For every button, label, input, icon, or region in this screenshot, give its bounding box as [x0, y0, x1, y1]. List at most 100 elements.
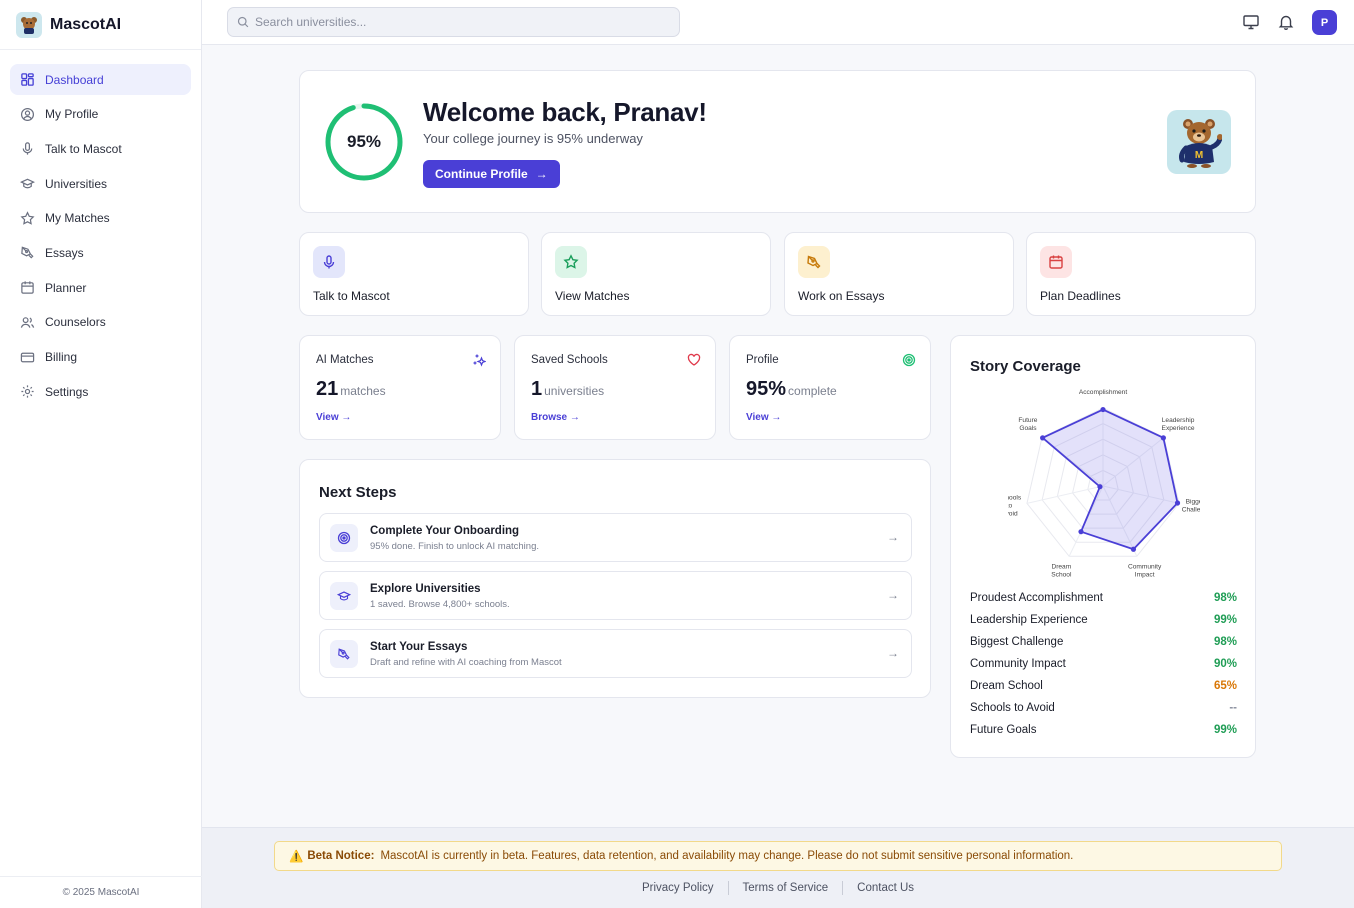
search-input[interactable] [255, 15, 655, 29]
action-plan-deadlines[interactable]: Plan Deadlines [1026, 232, 1256, 316]
progress-percent: 95% [346, 132, 382, 151]
coverage-percent: -- [1229, 702, 1237, 714]
coverage-percent: 99% [1213, 614, 1237, 626]
bell-icon[interactable] [1277, 13, 1295, 31]
action-work-on-essays[interactable]: Work on Essays [784, 232, 1014, 316]
monitor-icon[interactable] [1242, 13, 1260, 31]
stat-link-view[interactable]: View → [746, 412, 781, 423]
calendar-icon [21, 281, 34, 294]
beta-text: MascotAI is currently in beta. Features,… [380, 850, 1074, 862]
stat-title: AI Matches [316, 354, 374, 366]
action-talk-to-mascot[interactable]: Talk to Mascot [299, 232, 529, 316]
coverage-label: Leadership Experience [970, 614, 1088, 626]
radar-point [1160, 435, 1166, 441]
coverage-label: Dream School [970, 680, 1043, 692]
stat-unit: complete [788, 384, 837, 398]
sidebar-item-label: Settings [45, 384, 89, 399]
welcome-title: Welcome back, Pranav! [423, 97, 707, 127]
user-avatar[interactable]: P [1312, 10, 1337, 35]
arrow-right-icon: → [887, 530, 899, 544]
radar-series-area [1041, 408, 1179, 551]
step-start-essays[interactable]: Start Your Essays Draft and refine with … [319, 629, 912, 678]
stat-saved-schools: Saved Schools 1 universities Browse → [514, 335, 716, 440]
search-icon [237, 16, 249, 28]
stat-value: 95% complete [746, 378, 837, 401]
credit-card-icon [20, 352, 35, 362]
story-coverage-card: Story Coverage ProudestAccomplishment Lea… [950, 335, 1256, 758]
step-explore-universities[interactable]: Explore Universities 1 saved. Browse 4,8… [319, 571, 912, 620]
terms-of-service-link[interactable]: Terms of Service [743, 882, 829, 894]
pen-tool-icon [798, 246, 830, 278]
page-footer: ⚠️ Beta Notice: MascotAI is currently in… [202, 827, 1354, 908]
stat-unit: matches [340, 384, 386, 398]
action-label: Work on Essays [798, 289, 885, 303]
step-title: Explore Universities [370, 583, 481, 595]
heart-icon [687, 353, 701, 366]
continue-profile-button[interactable]: Continue Profile → [423, 160, 560, 188]
sidebar-item-universities[interactable]: Universities [10, 168, 191, 199]
sidebar-item-billing[interactable]: Billing [10, 342, 191, 373]
graduation-cap-icon [330, 582, 358, 610]
coverage-row: Leadership Experience 99% [970, 614, 1237, 626]
next-steps-title: Next Steps [319, 484, 397, 501]
coverage-percent: 90% [1213, 658, 1237, 670]
sidebar-item-label: Counselors [45, 315, 106, 330]
sidebar-item-talk-to-mascot[interactable]: Talk to Mascot [10, 133, 191, 164]
users-icon [20, 317, 35, 328]
sidebar-item-label: Universities [45, 176, 108, 191]
stat-ai-matches: AI Matches 21 matches View → [299, 335, 501, 440]
coverage-label: Proudest Accomplishment [970, 592, 1103, 604]
arrow-right-icon: → [887, 646, 899, 660]
coverage-label: Future Goals [970, 724, 1037, 736]
brand-name: MascotAI [50, 15, 122, 33]
search-box[interactable] [227, 7, 680, 37]
privacy-policy-link[interactable]: Privacy Policy [642, 882, 714, 894]
sidebar-item-planner[interactable]: Planner [10, 272, 191, 303]
radar-axis-label: Dream School [1051, 563, 1072, 578]
action-label: View Matches [555, 289, 630, 303]
button-label: Continue Profile [435, 167, 528, 181]
sidebar-item-essays[interactable]: Essays [10, 237, 191, 268]
radar-point [1078, 529, 1084, 535]
story-radar-chart: ProudestAccomplishment LeadershipExperien… [1008, 386, 1200, 578]
contact-us-link[interactable]: Contact Us [857, 882, 914, 894]
coverage-percent: 99% [1213, 724, 1237, 736]
radar-point [1040, 435, 1046, 441]
sidebar-item-settings[interactable]: Settings [10, 376, 191, 407]
action-view-matches[interactable]: View Matches [541, 232, 771, 316]
brand[interactable]: MascotAI [0, 0, 201, 50]
coverage-row: Dream School 65% [970, 680, 1237, 692]
stat-number: 21 [316, 378, 339, 400]
sidebar-item-my-profile[interactable]: My Profile [10, 99, 191, 130]
step-title: Start Your Essays [370, 641, 468, 653]
action-label: Talk to Mascot [313, 289, 390, 303]
sparkles-icon [473, 354, 486, 367]
radar-axis-label: BiggestChallenge [1182, 498, 1200, 513]
mascot-logo-icon [16, 11, 42, 38]
sidebar-item-label: Essays [45, 245, 84, 260]
stat-link-view[interactable]: View → [316, 412, 351, 423]
welcome-card: 95% Welcome back, Pranav! Your college j… [299, 70, 1256, 213]
copyright: © 2025 MascotAI [0, 876, 202, 908]
sidebar-item-label: My Matches [45, 211, 110, 226]
step-desc: 1 saved. Browse 4,800+ schools. [370, 599, 510, 610]
arrow-right-icon: → [535, 167, 548, 181]
stat-link-browse[interactable]: Browse → [531, 412, 580, 423]
dashboard-icon [21, 73, 34, 86]
step-complete-onboarding[interactable]: Complete Your Onboarding 95% done. Finis… [319, 513, 912, 562]
story-coverage-title: Story Coverage [970, 358, 1081, 375]
sidebar-item-label: My Profile [45, 107, 99, 122]
warning-icon: ⚠️ [289, 851, 304, 863]
sidebar-item-dashboard[interactable]: Dashboard [10, 64, 191, 95]
coverage-label: Biggest Challenge [970, 636, 1064, 648]
step-title: Complete Your Onboarding [370, 525, 520, 537]
next-steps-card: Next Steps Complete Your Onboarding 95% … [299, 459, 931, 698]
stat-title: Profile [746, 354, 779, 366]
stat-number: 1 [531, 378, 543, 400]
stat-title: Saved Schools [531, 354, 608, 366]
stat-unit: universities [544, 384, 605, 398]
target-icon [902, 353, 916, 367]
sidebar-item-counselors[interactable]: Counselors [10, 307, 191, 338]
arrow-right-icon: → [887, 588, 899, 602]
sidebar-item-my-matches[interactable]: My Matches [10, 203, 191, 234]
